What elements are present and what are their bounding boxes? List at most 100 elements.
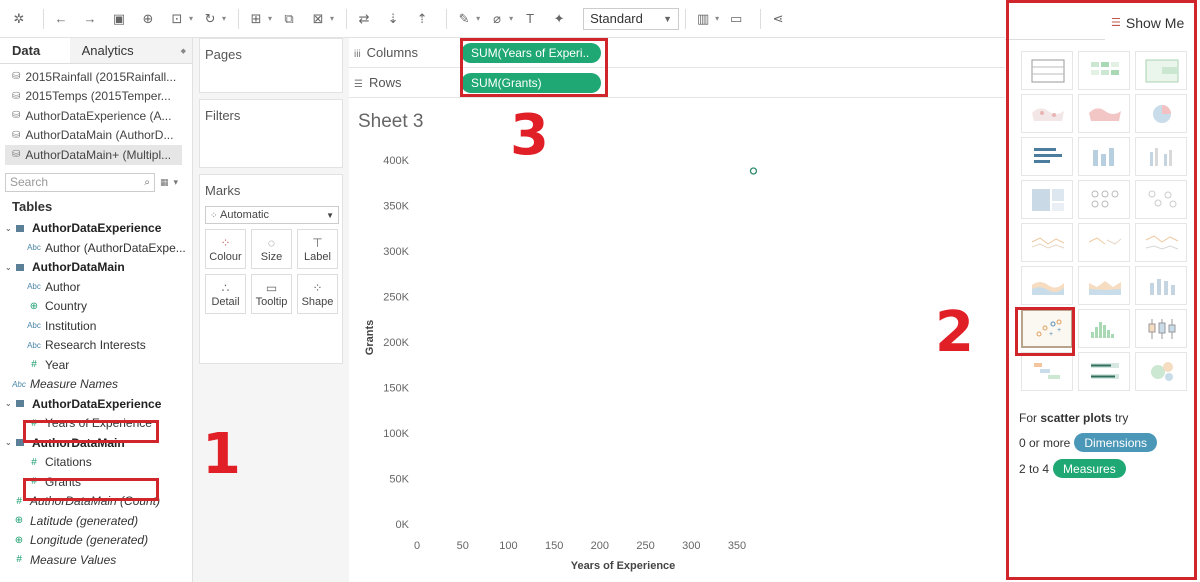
- mark-type-select[interactable]: ⁘ Automatic ▼: [205, 206, 339, 224]
- table-header[interactable]: ⌄ AuthorDataMain: [0, 433, 192, 453]
- field-item[interactable]: ⊕ Latitude (generated): [0, 511, 192, 531]
- field-item[interactable]: # AuthorDataMain (Count): [0, 492, 192, 512]
- datasource-item-selected[interactable]: ⛁ AuthorDataMain+ (Multipl...: [5, 145, 182, 165]
- clear-sheet-icon[interactable]: ⊠: [307, 8, 329, 30]
- chevron-down-icon[interactable]: ▾: [174, 177, 179, 188]
- undo-icon[interactable]: ←: [50, 8, 72, 30]
- filters-card[interactable]: Filters: [199, 99, 343, 168]
- pause-updates-icon[interactable]: ⊡: [166, 8, 188, 30]
- chart-view-icon[interactable]: ▥: [692, 8, 714, 30]
- tab-data[interactable]: Data: [0, 38, 70, 63]
- field-item[interactable]: # Grants: [0, 472, 192, 492]
- chart-option-horizontal-bars[interactable]: [1021, 137, 1073, 176]
- dropdown-caret-icon[interactable]: ▾: [268, 14, 272, 23]
- sort-desc-icon[interactable]: ⇡: [411, 8, 433, 30]
- rows-shelf[interactable]: ☰ Rows SUM(Grants): [349, 68, 1005, 98]
- chart-option-highlight-table[interactable]: [1135, 51, 1187, 90]
- chart-option-dual-lines[interactable]: [1135, 223, 1187, 262]
- dropdown-caret-icon[interactable]: ▾: [715, 14, 719, 23]
- chart-option-box-and-whisker[interactable]: [1135, 309, 1187, 348]
- datasource-item[interactable]: ⛁ AuthorDataExperience (A...: [0, 106, 192, 126]
- field-item[interactable]: # Measure Values: [0, 550, 192, 570]
- chart-option-symbol-map[interactable]: [1021, 94, 1073, 133]
- duplicate-icon[interactable]: ⧉: [278, 8, 300, 30]
- group-icon[interactable]: ⌀: [486, 8, 508, 30]
- dropdown-caret-icon[interactable]: ▾: [476, 14, 480, 23]
- new-datasource-icon[interactable]: ⊕: [137, 8, 159, 30]
- chart-option-side-by-side-bars[interactable]: [1135, 137, 1187, 176]
- presentation-icon[interactable]: ▭: [725, 8, 747, 30]
- chart-option-area-continuous[interactable]: [1021, 266, 1073, 305]
- pin-icon[interactable]: ✦: [548, 8, 570, 30]
- chart-option-dual-combination[interactable]: [1135, 266, 1187, 305]
- chart-option-area-discrete[interactable]: [1078, 266, 1130, 305]
- table-header[interactable]: ⌄ AuthorDataExperience: [0, 219, 192, 239]
- datasource-item[interactable]: ⛁ AuthorDataMain (AuthorD...: [0, 126, 192, 146]
- expand-icon[interactable]: ⌄: [5, 399, 15, 408]
- chart-option-side-by-side-circles[interactable]: [1135, 180, 1187, 219]
- field-item[interactable]: # Year: [0, 355, 192, 375]
- chart-option-filled-map[interactable]: [1078, 94, 1130, 133]
- chart-option-bullet-graph[interactable]: [1078, 352, 1130, 391]
- field-item[interactable]: ⊕ Longitude (generated): [0, 531, 192, 551]
- view-toggle-icon[interactable]: ▦: [160, 177, 169, 188]
- highlight-icon[interactable]: ✎: [453, 8, 475, 30]
- chart-option-gantt-chart[interactable]: [1021, 352, 1073, 391]
- expand-icon[interactable]: ⌄: [5, 224, 15, 233]
- field-item[interactable]: # Citations: [0, 453, 192, 473]
- table-header[interactable]: ⌄ AuthorDataExperience: [0, 394, 192, 414]
- detail-button[interactable]: ∴ Detail: [205, 274, 246, 314]
- chart-option-text-table[interactable]: [1021, 51, 1073, 90]
- label-button[interactable]: ⊤ Label: [297, 229, 338, 269]
- columns-shelf[interactable]: iii Columns SUM(Years of Experi..: [349, 38, 1005, 68]
- chart-option-pie-chart[interactable]: [1135, 94, 1187, 133]
- table-header[interactable]: ⌄ AuthorDataMain: [0, 258, 192, 278]
- chart-option-circle-view[interactable]: [1078, 180, 1130, 219]
- save-icon[interactable]: ▣: [108, 8, 130, 30]
- view-mode-select[interactable]: Standard ▼: [583, 7, 680, 30]
- chart-option-treemap[interactable]: [1021, 180, 1073, 219]
- colour-button[interactable]: ⁘ Colour: [205, 229, 246, 269]
- label-icon[interactable]: T: [519, 8, 541, 30]
- dropdown-caret-icon[interactable]: ▾: [509, 14, 513, 23]
- database-icon: ⛁: [12, 129, 21, 141]
- tooltip-button[interactable]: ▭ Tooltip: [251, 274, 292, 314]
- share-icon[interactable]: ⋖: [767, 8, 789, 30]
- chart-option-continuous-lines[interactable]: [1021, 223, 1073, 262]
- chart-option-histogram[interactable]: [1078, 309, 1130, 348]
- tableau-logo-icon[interactable]: ✲: [8, 8, 30, 30]
- chart-option-scatter-plot[interactable]: + +: [1021, 309, 1073, 348]
- field-item[interactable]: # Years of Experience: [0, 414, 192, 434]
- tab-analytics[interactable]: Analytics ◆: [69, 38, 192, 63]
- chart-option-discrete-lines[interactable]: [1078, 223, 1130, 262]
- field-item[interactable]: Abc Author (AuthorDataExpe...: [0, 238, 192, 258]
- chart-option-packed-bubbles[interactable]: [1135, 352, 1187, 391]
- dropdown-caret-icon[interactable]: ▾: [330, 14, 334, 23]
- field-item[interactable]: ⊕ Country: [0, 297, 192, 317]
- chart-option-heat-map[interactable]: [1078, 51, 1130, 90]
- chart-option-stacked-bars[interactable]: [1078, 137, 1130, 176]
- expand-icon[interactable]: ⌄: [5, 263, 15, 272]
- field-item[interactable]: Abc Research Interests: [0, 336, 192, 356]
- field-item[interactable]: Abc Author: [0, 277, 192, 297]
- new-worksheet-icon[interactable]: ⊞: [245, 8, 267, 30]
- pages-card[interactable]: Pages: [199, 38, 343, 93]
- datasource-item[interactable]: ⛁ 2015Rainfall (2015Rainfall...: [0, 67, 192, 87]
- pane-menu-icon[interactable]: ◆: [181, 47, 186, 55]
- redo-icon[interactable]: →: [79, 8, 101, 30]
- field-item[interactable]: Abc Institution: [0, 316, 192, 336]
- size-button[interactable]: ◌ Size: [251, 229, 292, 269]
- search-input[interactable]: Search ⌕: [5, 172, 155, 192]
- dropdown-caret-icon[interactable]: ▾: [222, 14, 226, 23]
- show-me-tab[interactable]: ☰ Show Me: [1105, 5, 1195, 40]
- dropdown-caret-icon[interactable]: ▾: [189, 14, 193, 23]
- expand-icon[interactable]: ⌄: [5, 438, 15, 447]
- columns-pill[interactable]: SUM(Years of Experi..: [461, 42, 601, 63]
- swap-icon[interactable]: ⇄: [353, 8, 375, 30]
- refresh-icon[interactable]: ↻: [199, 8, 221, 30]
- datasource-item[interactable]: ⛁ 2015Temps (2015Temper...: [0, 87, 192, 107]
- field-item[interactable]: Abc Measure Names: [0, 375, 192, 395]
- rows-pill[interactable]: SUM(Grants): [461, 72, 601, 93]
- sort-asc-icon[interactable]: ⇣: [382, 8, 404, 30]
- shape-button[interactable]: ⁘ Shape: [297, 274, 338, 314]
